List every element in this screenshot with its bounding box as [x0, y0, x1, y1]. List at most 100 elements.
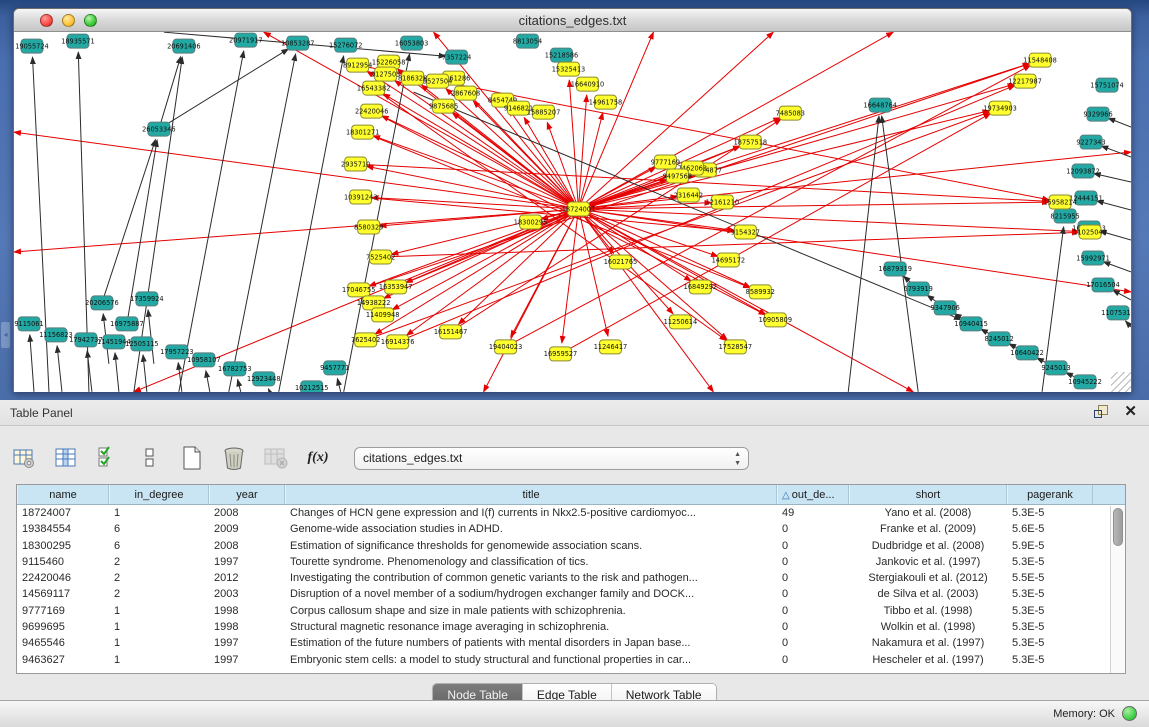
- graph-node[interactable]: 7485083: [776, 106, 805, 120]
- graph-node[interactable]: 15992971: [1076, 251, 1109, 265]
- graph-node[interactable]: 26053346: [142, 122, 175, 136]
- graph-node[interactable]: 10640422: [1010, 346, 1043, 360]
- graph-node[interactable]: 11548408: [1023, 53, 1056, 67]
- graph-node[interactable]: 9875685: [429, 99, 458, 113]
- window-resize-grip[interactable]: [1111, 372, 1131, 392]
- graph-node[interactable]: 19734903: [983, 101, 1016, 115]
- table-row[interactable]: 2242004622012Investigating the contribut…: [17, 570, 1125, 586]
- column-header-name[interactable]: name: [17, 485, 109, 504]
- graph-node[interactable]: 22420046: [355, 104, 388, 118]
- graph-node[interactable]: 9777169: [651, 155, 680, 169]
- graph-node[interactable]: 2316442: [674, 188, 703, 202]
- graph-node[interactable]: 12923448: [247, 372, 280, 386]
- network-view-window[interactable]: citations_edges.txt 19055724 18935571 2069…: [13, 8, 1132, 392]
- column-header-title[interactable]: title: [285, 485, 777, 504]
- graph-node[interactable]: 8580329: [354, 220, 383, 234]
- graph-node[interactable]: 18935571: [61, 34, 94, 48]
- graph-node[interactable]: 2935710: [341, 157, 370, 171]
- graph-node[interactable]: 16879319: [878, 262, 911, 276]
- graph-node[interactable]: 9245013: [1041, 361, 1070, 375]
- graph-node[interactable]: 9347906: [931, 301, 960, 315]
- function-builder-icon[interactable]: f(x): [304, 444, 332, 472]
- table-row[interactable]: 969969511998Structural magnetic resonanc…: [17, 619, 1125, 635]
- table-row[interactable]: 1872400712008Changes of HCN gene express…: [17, 505, 1125, 521]
- graph-node[interactable]: 19404023: [489, 340, 522, 354]
- graph-node[interactable]: 6793919: [904, 282, 933, 296]
- graph-node[interactable]: 7625402: [351, 333, 380, 347]
- table-row[interactable]: 911546021997Tourette syndrome. Phenomeno…: [17, 554, 1125, 570]
- graph-node[interactable]: 8215955: [1050, 209, 1079, 223]
- graph-node[interactable]: 2867608: [451, 86, 480, 100]
- table-selector-dropdown[interactable]: citations_edges.txt ▲▼: [354, 447, 749, 470]
- graph-node[interactable]: 12093872: [1066, 164, 1099, 178]
- graph-node[interactable]: 16151467: [434, 325, 467, 339]
- graph-node[interactable]: 15325413: [552, 62, 585, 76]
- graph-node[interactable]: 9329966: [1083, 107, 1112, 121]
- graph-node[interactable]: 10945222: [1068, 375, 1101, 389]
- table-settings-icon[interactable]: [10, 444, 38, 472]
- graph-node[interactable]: 9227343: [1076, 135, 1105, 149]
- new-table-icon[interactable]: [178, 444, 206, 472]
- graph-node[interactable]: 20206576: [85, 296, 118, 310]
- graph-node[interactable]: 15751074: [1090, 78, 1123, 92]
- graph-node[interactable]: 17359924: [130, 292, 163, 306]
- graph-node[interactable]: 9115061: [14, 317, 43, 331]
- graph-node[interactable]: 10853287: [281, 36, 314, 50]
- graph-node[interactable]: 9127503: [371, 67, 400, 81]
- memory-status-indicator[interactable]: [1122, 706, 1137, 721]
- graph-node[interactable]: 10975887: [110, 317, 143, 331]
- graph-node[interactable]: 15276072: [329, 38, 362, 52]
- scrollbar-thumb[interactable]: [1113, 508, 1123, 546]
- graph-node[interactable]: 17528547: [719, 340, 752, 354]
- graph-node[interactable]: 15218586: [545, 48, 578, 62]
- table-row[interactable]: 1830029562008Estimation of significance …: [17, 538, 1125, 554]
- graph-node[interactable]: 8912954: [343, 58, 372, 72]
- network-window-titlebar[interactable]: citations_edges.txt: [14, 9, 1131, 32]
- graph-node[interactable]: 9497568: [663, 169, 692, 183]
- graph-node[interactable]: 9457771: [320, 361, 349, 375]
- column-header-out_de[interactable]: △out_de...: [777, 485, 849, 504]
- graph-node[interactable]: 11246417: [594, 340, 627, 354]
- column-header-short[interactable]: short: [849, 485, 1007, 504]
- graph-node[interactable]: 10212515: [295, 381, 328, 392]
- graph-node[interactable]: 14961758: [589, 95, 622, 109]
- table-row[interactable]: 1938455462009Genome-wide association stu…: [17, 521, 1125, 537]
- close-panel-icon[interactable]: ✕: [1124, 404, 1137, 420]
- column-header-year[interactable]: year: [209, 485, 285, 504]
- citation-network-graph[interactable]: 19055724 18935571 20691406 20971917 10853287…: [14, 32, 1131, 392]
- float-panel-icon[interactable]: [1094, 404, 1110, 420]
- graph-node[interactable]: 16959527: [544, 347, 577, 361]
- graph-node[interactable]: 16053803: [395, 36, 428, 50]
- table-row[interactable]: 946554611997Estimation of the future num…: [17, 635, 1125, 651]
- table-vertical-scrollbar[interactable]: [1110, 506, 1125, 673]
- graph-node[interactable]: 7525402: [366, 250, 395, 264]
- graph-node[interactable]: 16782753: [218, 362, 251, 376]
- column-visibility-icon[interactable]: [52, 444, 80, 472]
- column-header-pagerank[interactable]: pagerank: [1007, 485, 1093, 504]
- node-table[interactable]: namein_degreeyeartitle△out_de...shortpag…: [16, 484, 1126, 674]
- graph-node[interactable]: 8813054: [513, 34, 542, 48]
- delete-entries-icon[interactable]: [220, 444, 248, 472]
- graph-node[interactable]: 9527504: [423, 74, 452, 88]
- table-row[interactable]: 977716911998Corpus callosum shape and si…: [17, 603, 1125, 619]
- graph-node[interactable]: 11250614: [664, 315, 697, 329]
- graph-node[interactable]: 11075310: [1101, 306, 1131, 320]
- column-header-in_degree[interactable]: in_degree: [109, 485, 209, 504]
- table-row[interactable]: 946362711997Embryonic stem cells: a mode…: [17, 652, 1125, 668]
- deselect-rows-icon[interactable]: [136, 444, 164, 472]
- network-canvas[interactable]: 19055724 18935571 20691406 20971917 10853287…: [14, 32, 1131, 392]
- graph-node[interactable]: 16640910: [571, 77, 604, 91]
- graph-node[interactable]: 20691406: [167, 39, 200, 53]
- graph-node[interactable]: 20971917: [229, 33, 262, 47]
- graph-node[interactable]: 16021765: [604, 255, 637, 269]
- graph-node[interactable]: 19055724: [15, 39, 48, 53]
- graph-node[interactable]: 7357224: [442, 50, 471, 64]
- table-row[interactable]: 1456911722003Disruption of a novel membe…: [17, 586, 1125, 602]
- hide-panel-handle[interactable]: ◂: [1, 322, 10, 348]
- graph-node[interactable]: 10905809: [759, 313, 792, 327]
- graph-node[interactable]: 9154327: [731, 225, 760, 239]
- select-all-rows-icon[interactable]: [94, 444, 122, 472]
- graph-node[interactable]: 14695172: [712, 253, 745, 267]
- graph-node[interactable]: 11156823: [39, 328, 72, 342]
- graph-node[interactable]: 8589932: [746, 285, 775, 299]
